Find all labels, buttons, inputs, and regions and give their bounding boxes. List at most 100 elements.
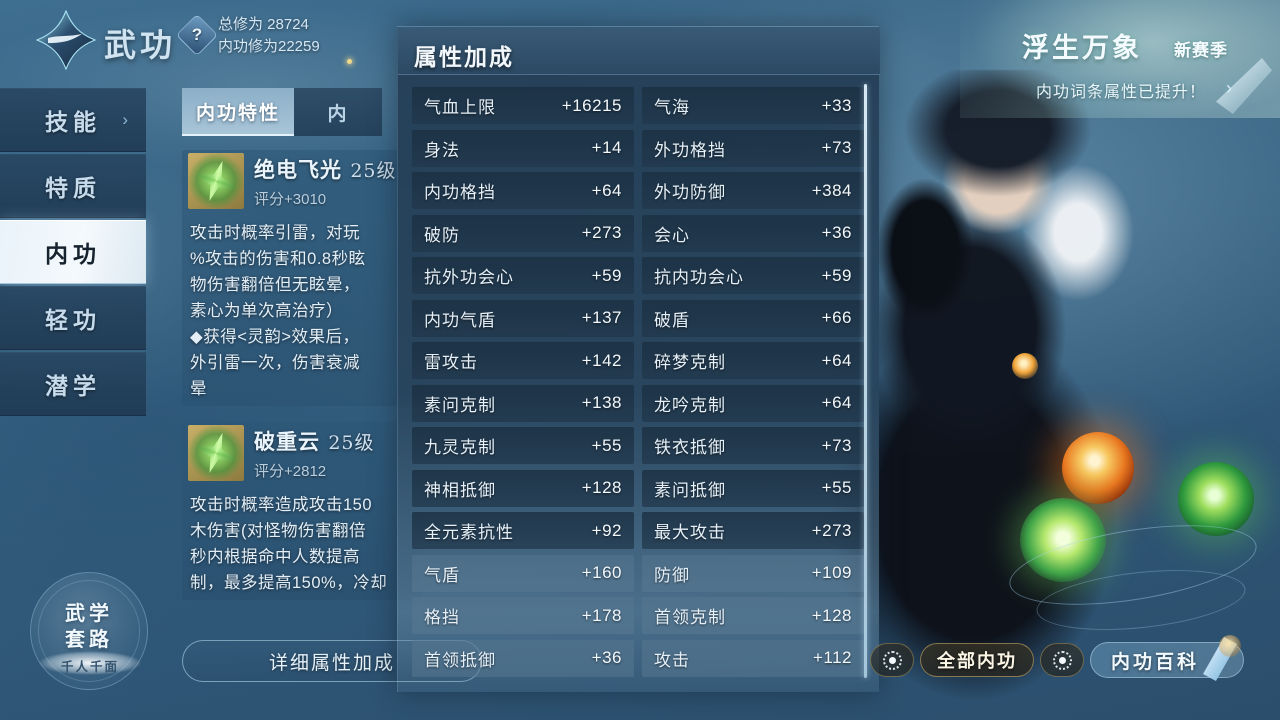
attribute-name: 雷攻击 — [424, 353, 478, 373]
attribute-value: +64 — [821, 350, 852, 370]
attribute-value: +16215 — [561, 95, 622, 115]
sidebar-item-qinggong[interactable]: 轻功 — [0, 286, 146, 350]
attribute-value: +92 — [591, 520, 622, 540]
attribute-value: +59 — [591, 265, 622, 285]
attribute-name: 龙吟克制 — [654, 395, 726, 416]
sidebar-item-label: 内功 — [45, 241, 101, 268]
season-subtitle: 内功词条属性已提升！ — [1035, 84, 1206, 101]
attribute-name: 攻击 — [654, 650, 690, 671]
target-circle-icon-right[interactable] — [1040, 643, 1084, 677]
total-cultivation-value: 总修为 28724 — [218, 16, 309, 33]
tab-secondary[interactable]: 内 — [294, 88, 383, 136]
wood-skill-icon — [188, 425, 244, 481]
attribute-row: 破防 +273 — [412, 214, 634, 252]
attribute-value: +55 — [821, 478, 852, 497]
attribute-value: +160 — [581, 563, 622, 582]
attribute-row: 素问抵御 +55 — [642, 469, 864, 507]
attribute-value: +14 — [591, 138, 622, 157]
fire-orb-effect-icon — [1062, 432, 1134, 504]
attribute-name: 素问克制 — [424, 395, 496, 416]
skill-name-text: 破重云 — [254, 428, 320, 454]
wood-skill-icon — [188, 153, 244, 209]
attribute-row: 碎梦克制 +64 — [642, 342, 864, 379]
attribute-value: +128 — [811, 605, 852, 625]
season-badge: 新赛季 — [1174, 41, 1228, 61]
attribute-value: +66 — [821, 308, 852, 327]
attribute-name: 首领抵御 — [424, 650, 496, 671]
skill-desc-line: 秒内根据命中人数提高 — [190, 548, 360, 566]
attribute-row: 全元素抗性 +92 — [412, 512, 634, 549]
attribute-row: 气海 +33 — [642, 87, 864, 124]
attribute-value: +128 — [581, 478, 622, 497]
skill-card[interactable]: 破重云 25级 评分+2812 攻击时概率造成攻击150 木伤害(对怪物伤害翻倍… — [182, 422, 422, 600]
sidebar-item-label: 轻功 — [45, 307, 101, 334]
attribute-name: 破防 — [424, 225, 460, 246]
feather-icon — [1216, 58, 1272, 114]
all-neigong-button[interactable]: 全部内功 — [920, 643, 1034, 677]
skill-level: 25级 — [350, 159, 397, 182]
attribute-row: 外功格挡 +73 — [642, 129, 864, 167]
inner-cultivation-value: 内功修为22259 — [218, 38, 320, 55]
attribute-name: 气盾 — [424, 565, 460, 586]
skill-desc-line: ◆获得<灵韵>效果后， — [190, 328, 360, 346]
attribute-row: 最大攻击 +273 — [642, 512, 864, 549]
skill-desc-line: 物伤害翻倍但无眩晕， — [190, 276, 360, 294]
attribute-row: 外功防御 +384 — [642, 172, 864, 209]
skill-desc-line: 攻击时概率引雷，对玩 — [190, 224, 360, 242]
wuxue-taolu-badge[interactable]: 武学 套路 千人千面 — [30, 572, 148, 690]
sidebar-item-qianxue[interactable]: 潜学 — [0, 352, 146, 416]
sidebar-item-label: 技能 — [45, 109, 101, 136]
page-title: 武功 — [104, 26, 177, 64]
attribute-row: 雷攻击 +142 — [412, 342, 634, 379]
character-hair — [860, 160, 990, 340]
attribute-value: +112 — [812, 648, 852, 667]
chevron-right-icon: › — [122, 110, 128, 129]
skill-description: 攻击时概率造成攻击150 木伤害(对怪物伤害翻倍 秒内根据命中人数提高 制，最多… — [182, 484, 422, 600]
vertical-scrollbar[interactable] — [864, 84, 867, 678]
bottom-action-bar: 全部内功 内功百科 — [870, 635, 1245, 682]
attribute-value: +59 — [821, 265, 852, 285]
attribute-row: 九灵克制 +55 — [412, 427, 634, 464]
diamond-emblem-icon — [36, 10, 96, 70]
attribute-row: 抗内功会心 +59 — [642, 257, 864, 294]
skill-description: 攻击时概率引雷，对玩 %攻击的伤害和0.8秒眩 物伤害翻倍但无眩晕， 素心为单次… — [182, 212, 422, 406]
attribute-row: 首领抵御 +36 — [412, 639, 634, 677]
attribute-value: +138 — [581, 393, 622, 412]
season-banner[interactable]: 浮生万象 新赛季 内功词条属性已提升！ › — [960, 0, 1280, 118]
tab-neigong-traits[interactable]: 内功特性 — [182, 88, 295, 136]
sidebar-item-skills[interactable]: 技能 › — [0, 88, 146, 152]
attribute-name: 首领克制 — [654, 608, 726, 628]
skill-name-text: 绝电飞光 — [254, 156, 342, 182]
decor-dot — [347, 59, 352, 64]
attribute-row: 首领克制 +128 — [642, 597, 864, 634]
attribute-name: 会心 — [654, 225, 690, 246]
sidebar-item-neigong[interactable]: 内功 — [0, 220, 146, 284]
attribute-name: 铁衣抵御 — [654, 438, 726, 458]
skill-card[interactable]: 绝电飞光 25级 评分+3010 攻击时概率引雷，对玩 %攻击的伤害和0.8秒眩… — [182, 150, 422, 406]
help-glyph: ? — [191, 25, 203, 44]
target-ring — [1052, 650, 1072, 670]
cultivation-stats: 总修为 28724 内功修为22259 — [218, 14, 320, 58]
neigong-encyclopedia-button[interactable]: 内功百科 — [1090, 635, 1245, 681]
skill-level: 25级 — [328, 431, 375, 454]
attribute-name: 外功防御 — [654, 183, 726, 203]
skill-desc-line: 木伤害(对怪物伤害翻倍 — [190, 522, 366, 540]
glow-badge-icon — [1219, 635, 1242, 657]
attribute-name: 气海 — [654, 98, 690, 118]
sidebar-item-traits[interactable]: 特质 — [0, 154, 146, 218]
attribute-value: +64 — [821, 393, 852, 412]
sidebar-item-label: 特质 — [45, 175, 101, 202]
attribute-name: 碎梦克制 — [654, 353, 726, 373]
skill-title-block: 绝电飞光 25级 评分+3010 — [254, 154, 397, 209]
question-mark-icon[interactable]: ? — [175, 13, 219, 57]
skill-title-block: 破重云 25级 评分+2812 — [254, 426, 375, 481]
badge-line-2: 套路 — [65, 627, 113, 651]
season-title: 浮生万象 — [1022, 33, 1142, 64]
encyclopedia-label: 内功百科 — [1111, 650, 1200, 673]
attribute-name: 内功气盾 — [424, 310, 496, 331]
attribute-value: +64 — [591, 180, 622, 200]
attribute-value: +137 — [581, 308, 622, 327]
ember-orb-effect-icon — [1012, 353, 1038, 379]
attribute-row: 破盾 +66 — [642, 299, 864, 337]
target-circle-icon-left[interactable] — [870, 643, 914, 677]
